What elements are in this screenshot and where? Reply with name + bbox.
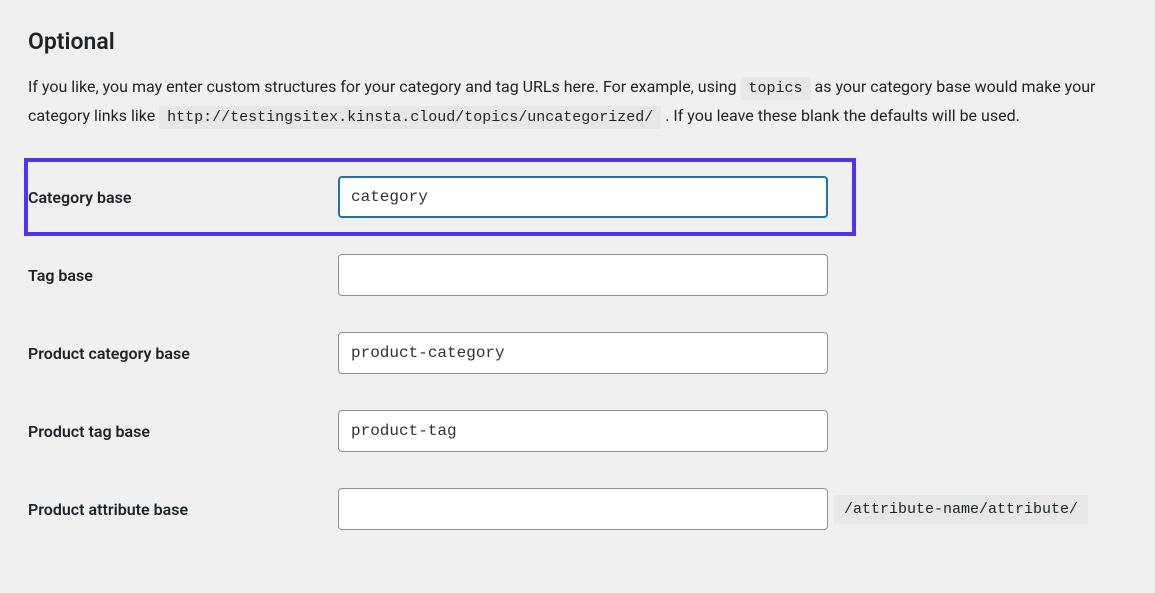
permalink-form: Category base Tag base Product category … bbox=[28, 158, 1127, 548]
tag-base-row: Tag base bbox=[28, 236, 1127, 314]
code-example-url: http://testingsitex.kinsta.cloud/topics/… bbox=[159, 106, 661, 129]
category-base-label: Category base bbox=[28, 188, 131, 207]
product-attribute-base-label-cell: Product attribute base bbox=[28, 500, 338, 519]
category-base-row: Category base bbox=[24, 158, 856, 236]
product-category-base-input-cell bbox=[338, 332, 828, 374]
description-text: . If you leave these blank the defaults … bbox=[665, 106, 1020, 125]
tag-base-label: Tag base bbox=[28, 266, 93, 285]
section-description: If you like, you may enter custom struct… bbox=[28, 73, 1127, 130]
product-category-base-input[interactable] bbox=[338, 332, 828, 374]
product-attribute-base-row: Product attribute base /attribute-name/a… bbox=[28, 470, 1127, 548]
code-example-topics: topics bbox=[741, 77, 811, 100]
product-tag-base-input[interactable] bbox=[338, 410, 828, 452]
product-category-base-label: Product category base bbox=[28, 344, 190, 363]
product-category-base-label-cell: Product category base bbox=[28, 344, 338, 363]
product-attribute-base-input[interactable] bbox=[338, 488, 828, 530]
category-base-input[interactable] bbox=[338, 176, 828, 218]
tag-base-label-cell: Tag base bbox=[28, 266, 338, 285]
product-attribute-base-input-cell: /attribute-name/attribute/ bbox=[338, 488, 1088, 530]
tag-base-input-cell bbox=[338, 254, 828, 296]
description-text: If you like, you may enter custom struct… bbox=[28, 77, 741, 96]
product-tag-base-input-cell bbox=[338, 410, 828, 452]
product-category-base-row: Product category base bbox=[28, 314, 1127, 392]
category-base-label-cell: Category base bbox=[28, 188, 338, 207]
product-tag-base-row: Product tag base bbox=[28, 392, 1127, 470]
tag-base-input[interactable] bbox=[338, 254, 828, 296]
section-title: Optional bbox=[28, 28, 1127, 55]
product-attribute-base-suffix: /attribute-name/attribute/ bbox=[834, 495, 1088, 524]
product-tag-base-label-cell: Product tag base bbox=[28, 422, 338, 441]
product-attribute-base-label: Product attribute base bbox=[28, 500, 188, 519]
category-base-input-cell bbox=[338, 176, 828, 218]
product-tag-base-label: Product tag base bbox=[28, 422, 150, 441]
